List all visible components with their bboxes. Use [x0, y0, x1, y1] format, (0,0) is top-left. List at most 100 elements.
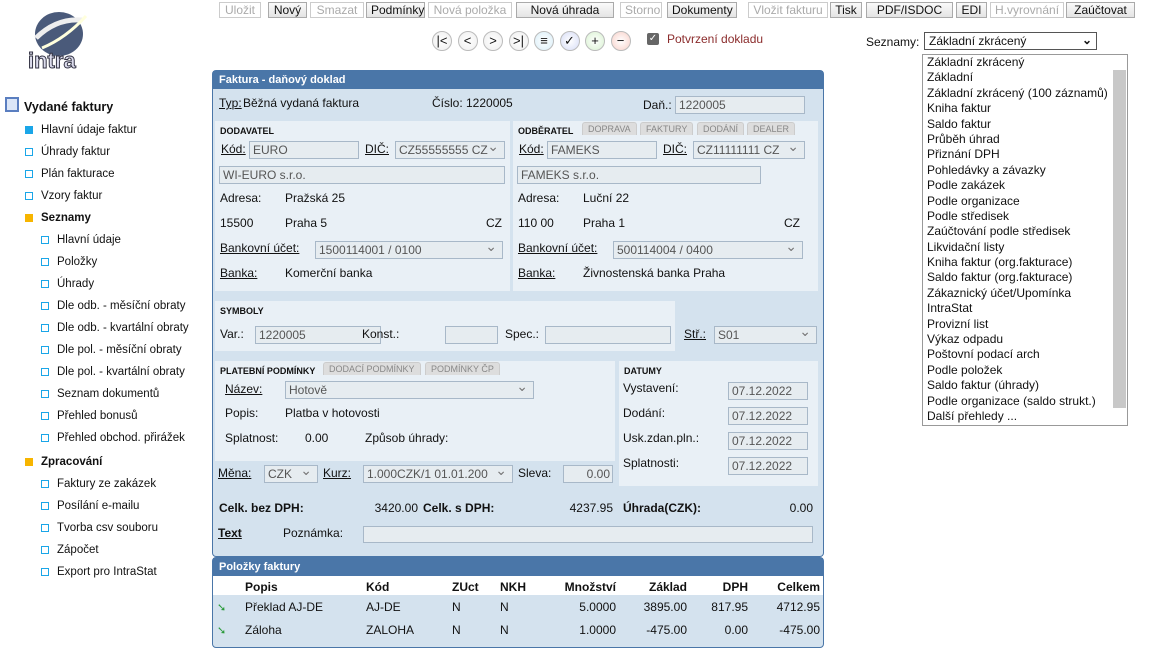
- seznamy-option[interactable]: Zaúčtování podle středisek: [923, 224, 1127, 239]
- dodavatel-dic-select[interactable]: CZ55555555 CZ: [395, 141, 505, 159]
- sidebar-item[interactable]: Hlavní údaje faktur: [25, 124, 137, 136]
- dodavatel-ucet-label[interactable]: Bankovní účet:: [220, 241, 299, 255]
- toolbar-button-pdfisdoc[interactable]: PDF/ISDOC: [866, 2, 953, 18]
- column-header[interactable]: DPH: [690, 580, 748, 594]
- list-icon[interactable]: ≡: [534, 31, 554, 51]
- prev-icon[interactable]: <: [457, 31, 478, 51]
- seznamy-option[interactable]: Podle středisek: [923, 209, 1127, 224]
- add-icon[interactable]: +: [585, 31, 605, 51]
- date-input[interactable]: 07.12.2022: [728, 457, 808, 475]
- tab-dodaci-podminky[interactable]: DODACÍ PODMÍNKY: [323, 362, 421, 375]
- seznamy-option[interactable]: Výkaz odpadu: [923, 332, 1127, 347]
- sidebar-item[interactable]: Tvorba csv souboru: [41, 522, 158, 534]
- sidebar-item[interactable]: Dle odb. - kvartální obraty: [41, 322, 189, 334]
- sidebar-item[interactable]: Dle pol. - měsíční obraty: [41, 344, 182, 356]
- odberatel-banka-label[interactable]: Banka:: [518, 266, 555, 280]
- column-header[interactable]: Popis: [245, 580, 278, 594]
- sidebar-item[interactable]: Dle pol. - kvartální obraty: [41, 366, 185, 378]
- toolbar-button-zatovat[interactable]: Zaúčtovat: [1066, 2, 1135, 18]
- column-header[interactable]: ZUct: [452, 580, 479, 594]
- poznamka-input[interactable]: [363, 526, 813, 543]
- column-header[interactable]: Množství: [540, 580, 616, 594]
- column-header[interactable]: NKH: [500, 580, 526, 594]
- kurz-select[interactable]: 1.000CZK/1 01.01.200: [363, 465, 513, 483]
- odberatel-dic-select[interactable]: CZ11111111 CZ: [693, 141, 805, 159]
- typ-label[interactable]: Typ:: [219, 96, 242, 110]
- tab-dodani[interactable]: DODÁNÍ: [697, 122, 745, 135]
- last-icon[interactable]: >|: [508, 31, 529, 51]
- sidebar-item[interactable]: Seznamy: [25, 212, 91, 224]
- sidebar-item[interactable]: Úhrady: [41, 278, 94, 290]
- seznamy-option[interactable]: Další přehledy ...: [923, 409, 1127, 424]
- tab-podminky-cp[interactable]: PODMÍNKY ČP: [425, 362, 500, 375]
- mena-label[interactable]: Měna:: [218, 466, 251, 480]
- odberatel-dic-label[interactable]: DIČ:: [663, 142, 687, 156]
- sidebar-item[interactable]: Zápočet: [41, 544, 99, 556]
- odberatel-ucet-label[interactable]: Bankovní účet:: [518, 241, 597, 255]
- tab-doprava[interactable]: DOPRAVA: [582, 122, 637, 135]
- sidebar-item[interactable]: Plán fakturace: [25, 168, 115, 180]
- tab-faktury[interactable]: FAKTURY: [640, 122, 694, 135]
- sidebar-item[interactable]: Posílání e-mailu: [41, 500, 139, 512]
- seznamy-option[interactable]: Průběh úhrad: [923, 132, 1127, 147]
- seznamy-option[interactable]: Podle organizace: [923, 194, 1127, 209]
- next-icon[interactable]: >: [483, 31, 503, 51]
- konst-input[interactable]: [445, 326, 498, 344]
- dodavatel-name-input[interactable]: WI-EURO s.r.o.: [219, 166, 505, 184]
- confirm-checkbox[interactable]: ✓: [647, 33, 659, 45]
- odberatel-ucet-select[interactable]: 500114004 / 0400: [613, 241, 803, 259]
- kurz-label[interactable]: Kurz:: [323, 466, 351, 480]
- dodavatel-banka-label[interactable]: Banka:: [220, 266, 257, 280]
- seznamy-option[interactable]: Provizní list: [923, 317, 1127, 332]
- toolbar-button-dokumenty[interactable]: Dokumenty: [667, 2, 737, 18]
- seznamy-option[interactable]: Pohledávky a závazky: [923, 163, 1127, 178]
- toolbar-button-novhrada[interactable]: Nová úhrada: [516, 2, 614, 18]
- toolbar-button-edi[interactable]: EDI: [956, 2, 987, 18]
- sidebar-item[interactable]: Zpracování: [25, 456, 102, 468]
- tab-dealer[interactable]: DEALER: [747, 122, 796, 135]
- dodavatel-ucet-select[interactable]: 1500114001 / 0100: [315, 241, 503, 259]
- seznamy-option[interactable]: Podle zakázek: [923, 178, 1127, 193]
- column-header[interactable]: Celkem: [750, 580, 820, 594]
- sidebar-item[interactable]: Úhrady faktur: [25, 146, 110, 158]
- sidebar-item[interactable]: Dle odb. - měsíční obraty: [41, 300, 185, 312]
- column-header[interactable]: Základ: [620, 580, 687, 594]
- sidebar-item[interactable]: Přehled obchod. přirážek: [41, 432, 185, 444]
- row-arrow-icon[interactable]: ➘: [217, 624, 226, 637]
- toolbar-button-nov[interactable]: Nový: [268, 2, 307, 18]
- dodavatel-kod-label[interactable]: Kód:: [221, 142, 246, 156]
- nazev-select[interactable]: Hotově: [285, 381, 534, 399]
- sidebar-item[interactable]: Hlavní údaje: [41, 234, 121, 246]
- seznamy-option[interactable]: Zákaznický účet/Upomínka: [923, 286, 1127, 301]
- seznamy-option[interactable]: Přiznání DPH: [923, 147, 1127, 162]
- spec-input[interactable]: [545, 326, 671, 344]
- odberatel-name-input[interactable]: FAMEKS s.r.o.: [517, 166, 761, 184]
- seznamy-option[interactable]: Základní zkrácený (100 záznamů): [923, 86, 1127, 101]
- seznamy-option[interactable]: Saldo faktur: [923, 117, 1127, 132]
- seznamy-option[interactable]: Kniha faktur: [923, 101, 1127, 116]
- toolbar-button-tisk[interactable]: Tisk: [830, 2, 862, 18]
- sidebar-item[interactable]: Vzory faktur: [25, 190, 102, 202]
- seznamy-select[interactable]: Základní zkrácený ⌄: [924, 32, 1097, 50]
- seznamy-option[interactable]: Saldo faktur (org.fakturace): [923, 270, 1127, 285]
- mena-select[interactable]: CZK: [264, 465, 318, 483]
- odberatel-kod-label[interactable]: Kód:: [519, 142, 544, 156]
- odberatel-kod-input[interactable]: FAMEKS: [547, 141, 657, 159]
- date-input[interactable]: 07.12.2022: [728, 432, 808, 450]
- toolbar-button-podmnky[interactable]: Podmínky: [366, 2, 425, 18]
- dodavatel-kod-input[interactable]: EURO: [249, 141, 359, 159]
- sidebar-item[interactable]: Seznam dokumentů: [41, 388, 159, 400]
- text-link[interactable]: Text: [218, 526, 242, 540]
- seznamy-option[interactable]: IntraStat: [923, 301, 1127, 316]
- first-icon[interactable]: |<: [432, 31, 452, 51]
- sidebar-item[interactable]: Přehled bonusů: [41, 410, 138, 422]
- seznamy-option[interactable]: Poštovní podací arch: [923, 347, 1127, 362]
- remove-icon[interactable]: −: [610, 31, 631, 51]
- seznamy-option[interactable]: Kniha faktur (org.fakturace): [923, 255, 1127, 270]
- date-input[interactable]: 07.12.2022: [728, 407, 808, 425]
- column-header[interactable]: Kód: [366, 580, 389, 594]
- sidebar-item[interactable]: Položky: [41, 256, 97, 268]
- seznamy-option[interactable]: Základní: [923, 70, 1127, 85]
- nazev-label[interactable]: Název:: [225, 382, 262, 396]
- seznamy-option[interactable]: Podle položek: [923, 363, 1127, 378]
